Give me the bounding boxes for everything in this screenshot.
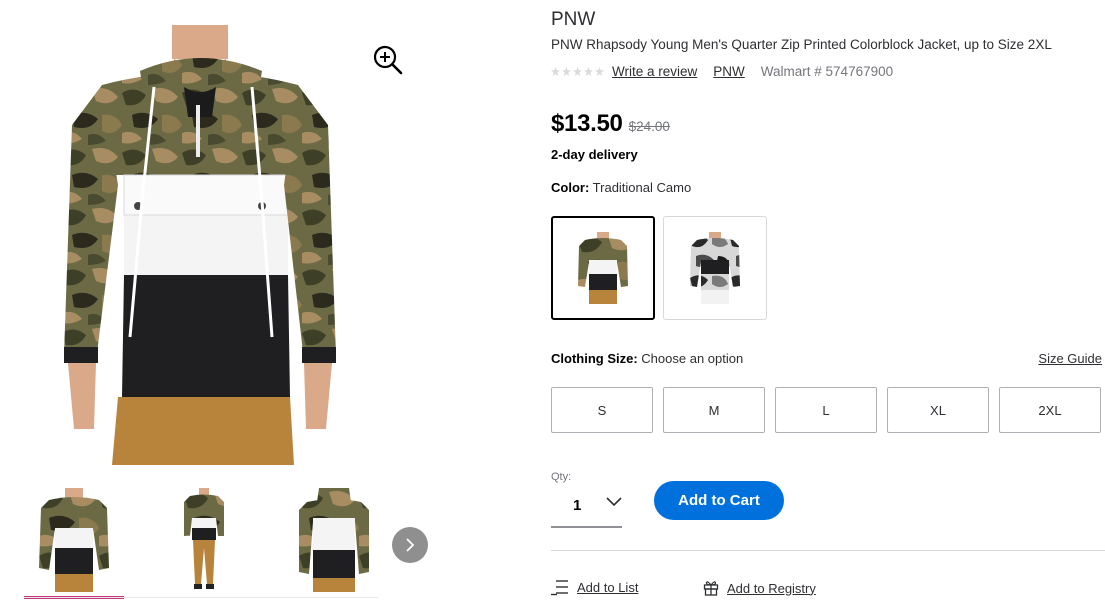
color-swatch-traditional-camo[interactable]: [551, 216, 655, 320]
price-row: $13.50 $24.00: [551, 110, 670, 138]
product-brand: PNW: [551, 9, 596, 30]
color-label: Color:: [551, 180, 590, 195]
star-icon: [562, 66, 571, 76]
quantity-value: 1: [573, 496, 582, 514]
was-price: $24.00: [628, 119, 670, 134]
add-to-registry-button[interactable]: Add to Registry: [703, 580, 816, 596]
size-options: S M L XL 2XL: [551, 387, 1101, 433]
size-selection-label: Clothing Size: Choose an option: [551, 351, 743, 366]
current-price: $13.50: [551, 110, 623, 137]
size-prompt: Choose an option: [641, 351, 744, 366]
star-icon: [551, 66, 560, 76]
hero-product-image[interactable]: [62, 25, 338, 465]
size-option-l[interactable]: L: [775, 387, 877, 433]
rating-stars: [551, 66, 604, 76]
next-image-button[interactable]: [392, 527, 428, 563]
product-title: PNW Rhapsody Young Men's Quarter Zip Pri…: [551, 37, 1052, 52]
add-to-cart-button[interactable]: Add to Cart: [654, 481, 784, 520]
size-option-m[interactable]: M: [663, 387, 765, 433]
quantity-label: Qty:: [551, 471, 572, 483]
add-to-registry-label: Add to Registry: [727, 580, 816, 596]
thumbnail-full-body[interactable]: [154, 488, 254, 592]
size-option-s[interactable]: S: [551, 387, 653, 433]
zoom-in-icon[interactable]: [372, 44, 404, 76]
section-divider: [551, 550, 1105, 551]
thumbnail-front[interactable]: [24, 488, 124, 592]
chevron-down-icon: [606, 497, 622, 507]
size-guide-link[interactable]: Size Guide: [1038, 351, 1102, 366]
product-gallery: [0, 0, 450, 606]
quantity-select[interactable]: 1: [551, 484, 622, 528]
thumbnail-strip: [24, 488, 384, 600]
thumbnail-divider: [24, 597, 378, 598]
add-to-list-button[interactable]: Add to List: [551, 578, 638, 596]
write-review-link[interactable]: Write a review: [612, 64, 697, 79]
star-icon: [595, 66, 604, 76]
delivery-info: 2-day delivery: [551, 147, 638, 162]
walmart-item-number: Walmart # 574767900: [760, 63, 894, 79]
brand-link[interactable]: PNW: [713, 64, 745, 79]
add-to-list-label: Add to List: [577, 579, 639, 595]
list-icon: [551, 580, 568, 596]
size-option-2xl[interactable]: 2XL: [999, 387, 1101, 433]
size-label: Clothing Size:: [551, 351, 638, 366]
selected-color: Traditional Camo: [592, 180, 692, 195]
color-swatch-grey-camo[interactable]: [663, 216, 767, 320]
star-icon: [584, 66, 593, 76]
gift-icon: [703, 581, 719, 596]
star-icon: [573, 66, 582, 76]
thumbnail-back[interactable]: [284, 488, 384, 592]
size-option-xl[interactable]: XL: [887, 387, 989, 433]
product-meta-row: Write a review PNW Walmart # 574767900: [551, 62, 893, 80]
color-selection-label: Color: Traditional Camo: [551, 180, 691, 195]
chevron-right-icon: [406, 538, 415, 552]
